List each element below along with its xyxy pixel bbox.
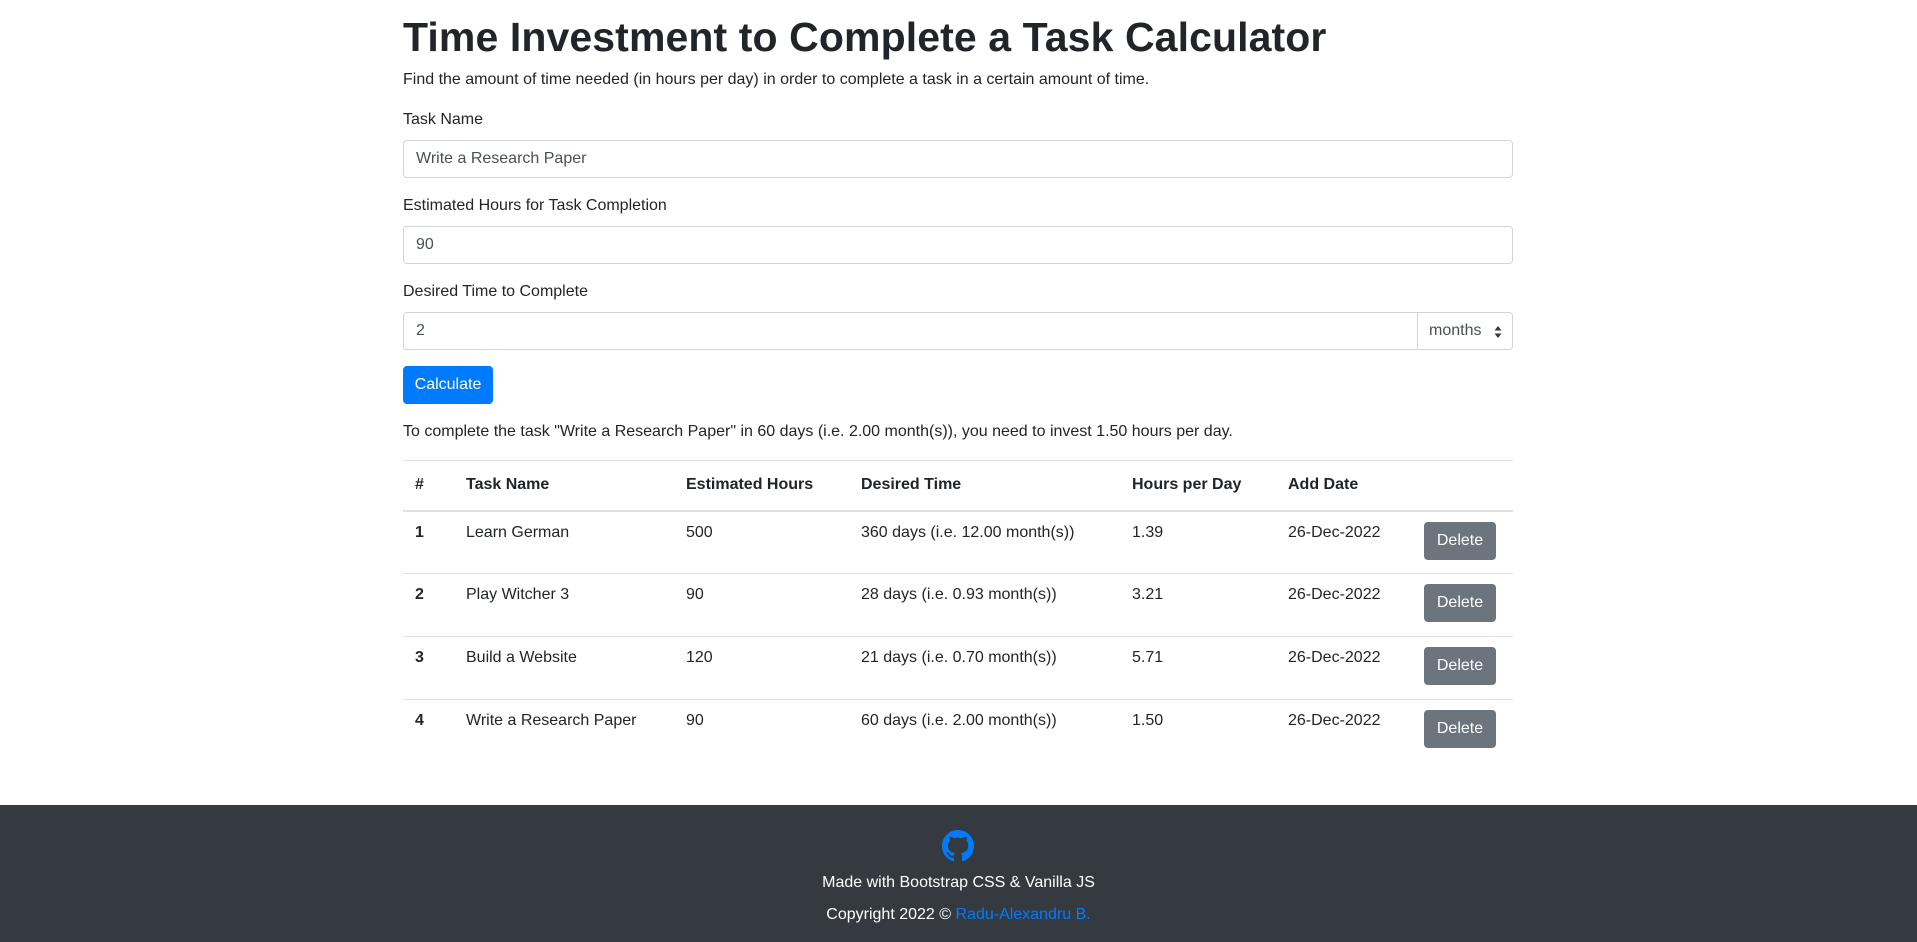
row-hours-per-day: 1.50 — [1120, 699, 1276, 763]
column-header-actions — [1412, 460, 1513, 512]
task-name-label: Task Name — [403, 111, 484, 128]
copyright-text: Copyright 2022 © — [826, 906, 956, 923]
page-subtitle: Find the amount of time needed (in hours… — [403, 71, 1150, 88]
select-caret-icon — [1494, 326, 1502, 338]
desired-time-label: Desired Time to Complete — [403, 283, 588, 300]
row-actions: Delete — [1412, 573, 1513, 637]
estimated-hours-input[interactable] — [403, 226, 1513, 264]
row-actions: Delete — [1412, 636, 1513, 700]
table-row: 4 Write a Research Paper 90 60 days (i.e… — [403, 699, 1513, 763]
row-desired-time: 360 days (i.e. 12.00 month(s)) — [861, 523, 1075, 541]
row-actions: Delete — [1412, 511, 1513, 574]
row-number: 3 — [403, 636, 454, 700]
table-row: 3 Build a Website 120 21 days (i.e. 0.70… — [403, 636, 1513, 700]
row-hours-per-day: 5.71 — [1120, 636, 1276, 700]
row-estimated-hours: 90 — [674, 699, 849, 763]
row-number: 2 — [403, 573, 454, 637]
delete-button[interactable]: Delete — [1424, 710, 1496, 748]
row-add-date: 26-Dec-2022 — [1276, 699, 1412, 763]
task-name-input[interactable] — [403, 140, 1513, 178]
row-hours-per-day: 3.21 — [1120, 573, 1276, 637]
time-unit-selected: months — [1429, 322, 1482, 339]
column-header-estimated-hours: Estimated Hours — [674, 460, 849, 512]
row-desired-time: 28 days (i.e. 0.93 month(s)) — [849, 573, 1120, 637]
row-desired-time: 21 days (i.e. 0.70 month(s)) — [849, 636, 1120, 700]
column-header-desired-time: Desired Time — [849, 460, 1120, 512]
column-header-number: # — [403, 460, 454, 512]
delete-button[interactable]: Delete — [1424, 521, 1496, 560]
desired-time-group: months — [403, 312, 1513, 350]
row-task-name: Learn German — [466, 523, 570, 541]
row-task-name: Play Witcher 3 — [454, 573, 674, 637]
page-title: Time Investment to Complete a Task Calcu… — [403, 14, 1327, 60]
row-add-date: 26-Dec-2022 — [1276, 573, 1412, 637]
row-desired-time: 60 days (i.e. 2.00 month(s)) — [849, 699, 1120, 763]
column-header-task-name: Task Name — [454, 460, 674, 512]
table-row: 2 Play Witcher 3 90 28 days (i.e. 0.93 m… — [403, 573, 1513, 637]
github-icon[interactable] — [942, 830, 974, 862]
row-estimated-hours: 90 — [674, 573, 849, 637]
author-link[interactable]: Radu-Alexandru B. — [956, 906, 1091, 923]
result-text: To complete the task "Write a Research P… — [403, 423, 1233, 440]
row-task-name: Build a Website — [454, 636, 674, 700]
tasks-table: # Task Name Estimated Hours Desired Time… — [403, 460, 1513, 763]
row-number: 1 — [415, 523, 424, 541]
table-row: 1 Learn German 500 360 days (i.e. 12.00 … — [403, 511, 1513, 574]
row-estimated-hours: 120 — [674, 636, 849, 700]
row-task-name: Write a Research Paper — [454, 699, 674, 763]
delete-button[interactable]: Delete — [1424, 584, 1496, 622]
delete-button[interactable]: Delete — [1424, 647, 1496, 685]
row-estimated-hours: 500 — [686, 523, 713, 541]
column-header-hours-per-day: Hours per Day — [1120, 460, 1276, 512]
row-actions: Delete — [1412, 699, 1513, 763]
estimated-hours-label: Estimated Hours for Task Completion — [403, 197, 667, 214]
time-unit-select[interactable]: months — [1417, 312, 1513, 350]
row-hours-per-day: 1.39 — [1132, 523, 1164, 541]
row-add-date: 26-Dec-2022 — [1276, 636, 1412, 700]
footer-copyright: Copyright 2022 © Radu-Alexandru B. — [0, 906, 1917, 924]
desired-time-input[interactable] — [403, 312, 1418, 350]
table-header-row: # Task Name Estimated Hours Desired Time… — [403, 460, 1513, 512]
calculate-button[interactable]: Calculate — [403, 366, 493, 404]
column-header-add-date: Add Date — [1276, 460, 1412, 512]
footer-made-with: Made with Bootstrap CSS & Vanilla JS — [822, 874, 1095, 891]
row-add-date: 26-Dec-2022 — [1288, 523, 1381, 541]
row-number: 4 — [403, 699, 454, 763]
